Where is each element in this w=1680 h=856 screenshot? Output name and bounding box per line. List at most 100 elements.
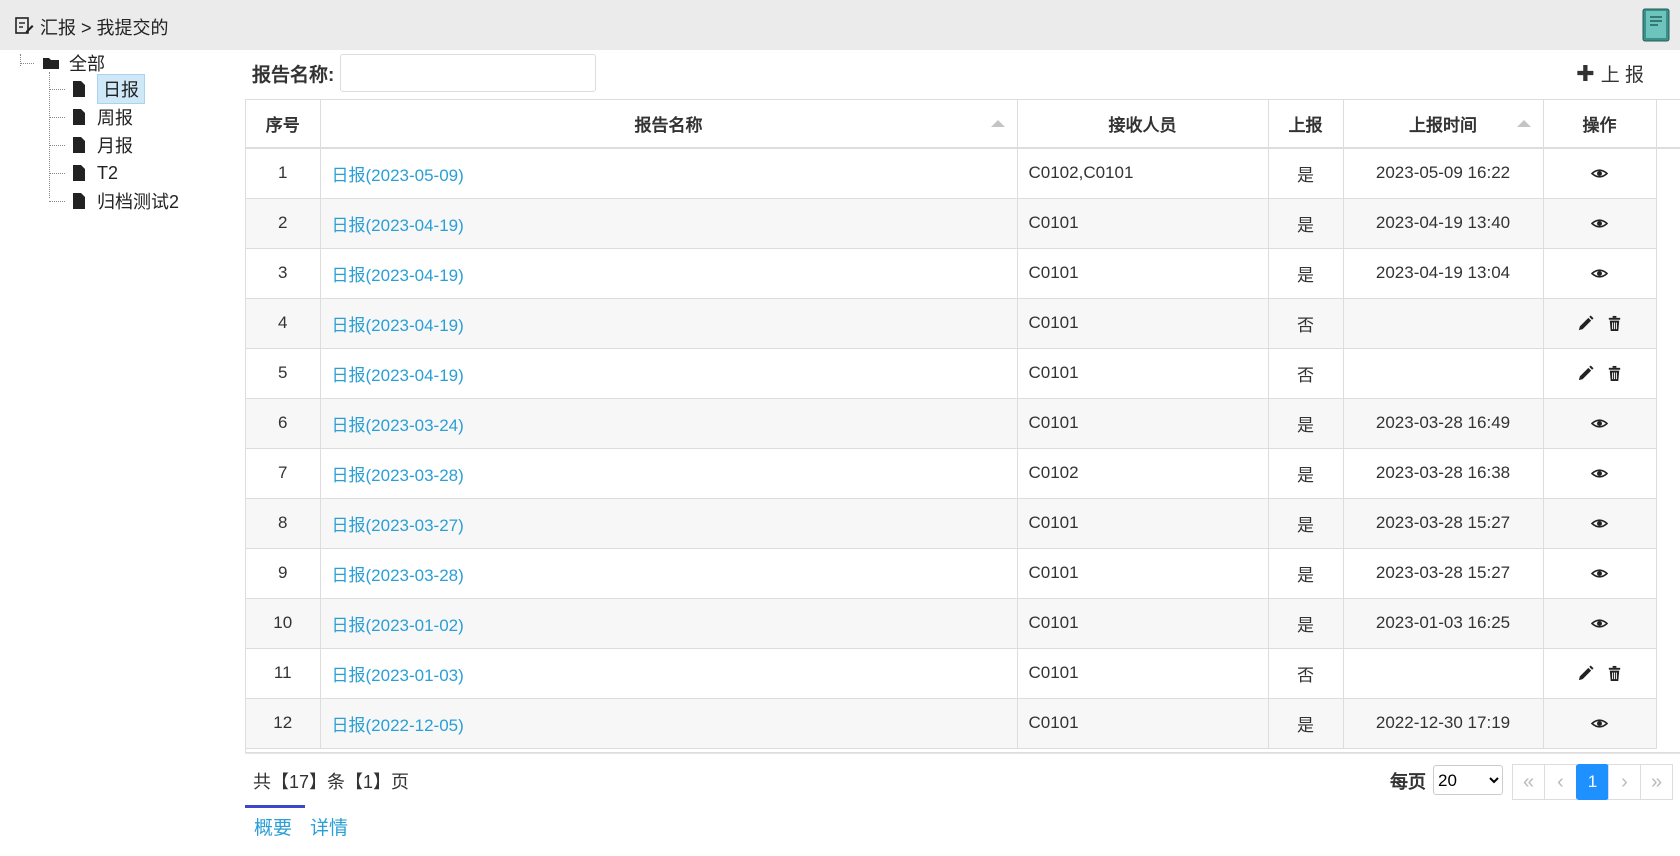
page-button-current[interactable]: 1 — [1576, 764, 1609, 800]
report-link[interactable]: 日报(2023-03-24) — [332, 416, 464, 435]
cell-receiver: C0101 — [1017, 348, 1269, 399]
column-header-time[interactable]: 上报时间 — [1343, 100, 1544, 149]
cell-time: 2023-04-19 13:40 — [1343, 198, 1544, 249]
per-page-select[interactable]: 20 — [1433, 765, 1503, 795]
prev-page-button[interactable]: ‹ — [1544, 764, 1577, 800]
cell-reported: 否 — [1268, 648, 1344, 699]
file-icon — [73, 193, 85, 209]
report-link[interactable]: 日报(2023-04-19) — [332, 316, 464, 335]
column-header-name[interactable]: 报告名称 — [320, 100, 1018, 149]
cell-spacer — [1656, 598, 1680, 648]
cell-receiver: C0102,C0101 — [1017, 148, 1269, 199]
tree-node-label: 全部 — [69, 54, 105, 74]
tree-node-monthly[interactable]: 月报 — [70, 131, 133, 159]
cell-name: 日报(2023-03-28) — [320, 448, 1018, 499]
table-row: 8 日报(2023-03-27) C0101 是 2023-03-28 15:27 — [246, 498, 1680, 549]
cell-receiver: C0101 — [1017, 598, 1269, 649]
cell-actions — [1543, 148, 1657, 199]
pagination-bar: 共【17】条【1】页 每页 20 « ‹ 1 › » — [245, 753, 1680, 805]
view-icon[interactable] — [1590, 615, 1609, 632]
cell-name: 日报(2023-04-19) — [320, 348, 1018, 399]
cell-reported: 否 — [1268, 298, 1344, 349]
report-link[interactable]: 日报(2022-12-05) — [332, 716, 464, 735]
report-name-input[interactable] — [340, 54, 597, 92]
column-header-actions: 操作 — [1543, 100, 1657, 149]
book-icon[interactable] — [1642, 8, 1670, 42]
column-header-label: 上报时间 — [1409, 116, 1477, 135]
tree-node-label: 归档测试2 — [97, 192, 180, 212]
column-header-receiver: 接收人员 — [1017, 100, 1269, 149]
table-row: 5 日报(2023-04-19) C0101 否 — [246, 348, 1680, 399]
tree-node-root[interactable]: 全部 — [42, 49, 105, 77]
cell-no: 1 — [246, 148, 321, 199]
table-row: 12 日报(2022-12-05) C0101 是 2022-12-30 17:19 — [246, 698, 1680, 749]
cell-reported: 是 — [1268, 548, 1344, 599]
cell-reported: 是 — [1268, 598, 1344, 649]
cell-reported: 是 — [1268, 498, 1344, 549]
sort-asc-icon[interactable] — [1516, 120, 1531, 127]
delete-icon[interactable] — [1606, 665, 1623, 682]
tree-node-archive-test2[interactable]: 归档测试2 — [70, 187, 179, 215]
cell-spacer — [1656, 148, 1680, 198]
bottom-tabs: 概要 详情 — [245, 805, 357, 845]
edit-icon[interactable] — [1577, 365, 1594, 382]
view-icon[interactable] — [1590, 415, 1609, 432]
report-link[interactable]: 日报(2023-03-27) — [332, 516, 464, 535]
cell-time — [1343, 348, 1544, 399]
report-link[interactable]: 日报(2023-04-19) — [332, 266, 464, 285]
delete-icon[interactable] — [1606, 315, 1623, 332]
cell-name: 日报(2023-04-19) — [320, 198, 1018, 249]
view-icon[interactable] — [1590, 715, 1609, 732]
report-link[interactable]: 日报(2023-04-19) — [332, 216, 464, 235]
report-link[interactable]: 日报(2023-05-09) — [332, 166, 464, 185]
edit-icon[interactable] — [1577, 665, 1594, 682]
tree-node-t2[interactable]: T2 — [70, 159, 118, 187]
cell-actions — [1543, 198, 1657, 249]
report-link[interactable]: 日报(2023-03-28) — [332, 466, 464, 485]
next-page-button[interactable]: › — [1608, 764, 1641, 800]
report-link[interactable]: 日报(2023-01-03) — [332, 666, 464, 685]
table-row: 1 日报(2023-05-09) C0102,C0101 是 2023-05-09 16… — [246, 148, 1680, 199]
submit-report-label: 上 报 — [1600, 65, 1644, 86]
cell-reported: 是 — [1268, 248, 1344, 299]
cell-reported: 是 — [1268, 398, 1344, 449]
last-page-button[interactable]: » — [1640, 764, 1673, 800]
sort-asc-icon[interactable] — [990, 120, 1005, 127]
tab-details[interactable]: 详情 — [301, 805, 357, 845]
table-row: 6 日报(2023-03-24) C0101 是 2023-03-28 16:49 — [246, 398, 1680, 449]
cell-spacer — [1656, 698, 1680, 748]
cell-spacer — [1656, 298, 1680, 348]
report-link[interactable]: 日报(2023-03-28) — [332, 566, 464, 585]
cell-time: 2023-03-28 16:38 — [1343, 448, 1544, 499]
view-icon[interactable] — [1590, 265, 1609, 282]
cell-receiver: C0101 — [1017, 248, 1269, 299]
edit-icon[interactable] — [1577, 315, 1594, 332]
tree-node-weekly[interactable]: 周报 — [70, 103, 133, 131]
folder-icon — [43, 58, 59, 69]
edit-document-icon — [15, 17, 34, 34]
report-link[interactable]: 日报(2023-01-02) — [332, 616, 464, 635]
view-icon[interactable] — [1590, 165, 1609, 182]
cell-name: 日报(2023-03-27) — [320, 498, 1018, 549]
view-icon[interactable] — [1590, 565, 1609, 582]
cell-time: 2023-01-03 16:25 — [1343, 598, 1544, 649]
cell-receiver: C0101 — [1017, 398, 1269, 449]
cell-reported: 是 — [1268, 198, 1344, 249]
report-link[interactable]: 日报(2023-04-19) — [332, 366, 464, 385]
first-page-button[interactable]: « — [1512, 764, 1545, 800]
delete-icon[interactable] — [1606, 365, 1623, 382]
cell-actions — [1543, 548, 1657, 599]
cell-time: 2023-05-09 16:22 — [1343, 148, 1544, 199]
tab-summary[interactable]: 概要 — [245, 805, 306, 845]
tree-node-daily[interactable]: 日报 — [70, 74, 145, 104]
file-icon — [73, 109, 85, 125]
cell-receiver: C0101 — [1017, 298, 1269, 349]
view-icon[interactable] — [1590, 515, 1609, 532]
column-header-no: 序号 — [246, 100, 321, 149]
cell-name: 日报(2022-12-05) — [320, 698, 1018, 749]
breadcrumb: 汇报 > 我提交的 — [40, 18, 169, 38]
view-icon[interactable] — [1590, 465, 1609, 482]
view-icon[interactable] — [1590, 215, 1609, 232]
submit-report-button[interactable]: ✚ 上 报 — [1576, 60, 1644, 87]
cell-no: 7 — [246, 448, 321, 499]
